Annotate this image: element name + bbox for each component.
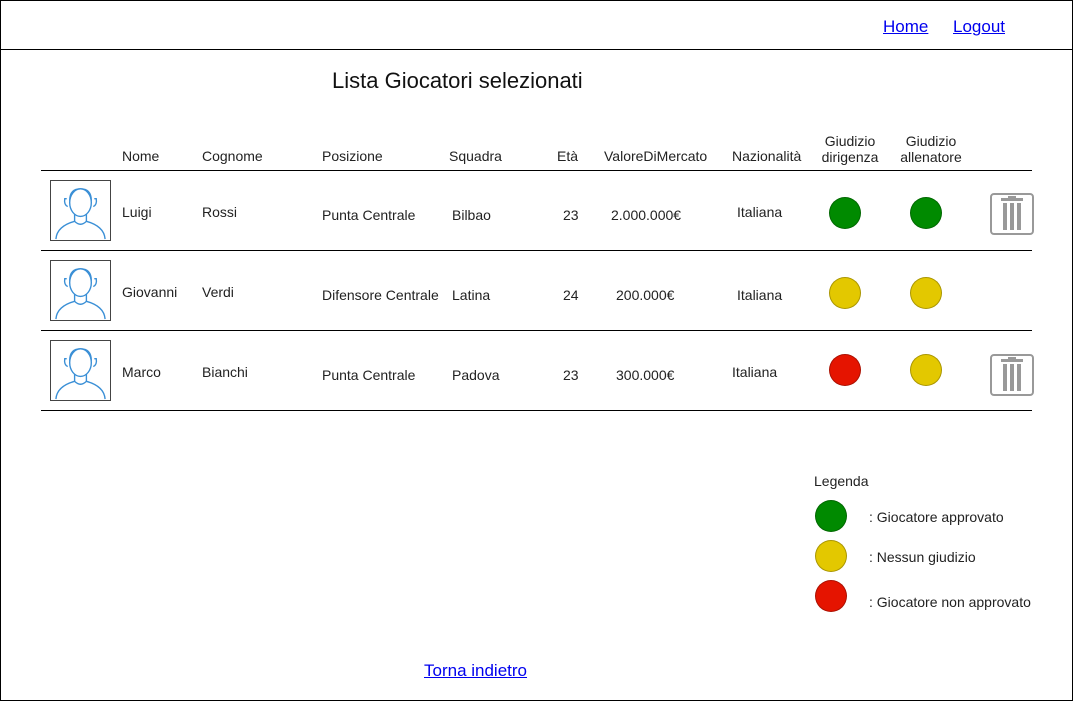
cell-nazionalita: Italiana xyxy=(737,287,783,303)
cell-valore: 300.000€ xyxy=(616,367,675,383)
top-navbar: Home Logout xyxy=(0,0,1073,50)
trash-icon xyxy=(1001,196,1023,230)
col-header-giudizio-allenatore-line1: Giudizio xyxy=(905,133,957,149)
col-header-giudizio-dirigenza: Giudizio dirigenza xyxy=(815,133,885,165)
col-header-nome: Nome xyxy=(122,148,160,164)
col-header-valore: ValoreDiMercato xyxy=(604,148,708,164)
cell-eta: 24 xyxy=(563,287,579,303)
delete-button[interactable] xyxy=(990,354,1034,396)
home-link[interactable]: Home xyxy=(883,17,928,37)
trash-icon xyxy=(1001,357,1023,391)
cell-cognome: Bianchi xyxy=(202,364,248,380)
cell-eta: 23 xyxy=(563,207,579,223)
cell-valore: 200.000€ xyxy=(616,287,675,303)
cell-eta: 23 xyxy=(563,367,579,383)
giudizio-dirigenza-indicator xyxy=(829,197,861,229)
cell-squadra: Latina xyxy=(452,287,491,303)
col-header-giudizio-allenatore-line2: allenatore xyxy=(900,149,962,165)
table-row-divider xyxy=(41,410,1032,411)
user-avatar-icon xyxy=(50,340,111,401)
giudizio-dirigenza-indicator xyxy=(829,354,861,386)
cell-cognome: Verdi xyxy=(202,284,234,300)
cell-squadra: Bilbao xyxy=(452,207,491,223)
giudizio-allenatore-indicator xyxy=(910,197,942,229)
cell-squadra: Padova xyxy=(452,367,500,383)
col-header-giudizio-dirigenza-line1: Giudizio xyxy=(824,133,876,149)
col-header-nazionalita: Nazionalità xyxy=(732,148,802,164)
legend-no-judgement-label: : Nessun giudizio xyxy=(869,549,976,565)
col-header-cognome: Cognome xyxy=(202,148,263,164)
giudizio-dirigenza-indicator xyxy=(829,277,861,309)
legend-no-judgement-indicator xyxy=(815,540,847,572)
table-row-divider xyxy=(41,330,1032,331)
col-header-eta: Età xyxy=(557,148,579,164)
cell-posizione: Punta Centrale xyxy=(322,207,416,223)
user-avatar-icon xyxy=(50,180,111,241)
giudizio-allenatore-indicator xyxy=(910,354,942,386)
table-header-divider xyxy=(41,170,1032,171)
page-title: Lista Giocatori selezionati xyxy=(332,68,583,93)
user-avatar-icon xyxy=(50,260,111,321)
logout-link[interactable]: Logout xyxy=(953,17,1005,37)
col-header-posizione: Posizione xyxy=(322,148,383,164)
col-header-squadra: Squadra xyxy=(449,148,502,164)
cell-nazionalita: Italiana xyxy=(732,364,778,380)
cell-cognome: Rossi xyxy=(202,204,238,220)
legend-title: Legenda xyxy=(814,473,869,489)
cell-posizione: Punta Centrale xyxy=(322,367,416,383)
cell-posizione: Difensore Centrale xyxy=(322,287,439,303)
cell-nazionalita: Italiana xyxy=(737,204,783,220)
cell-nome: Giovanni xyxy=(122,284,178,300)
legend-not-approved-label: : Giocatore non approvato xyxy=(869,594,1031,610)
legend-approved-label: : Giocatore approvato xyxy=(869,509,1004,525)
back-link[interactable]: Torna indietro xyxy=(424,661,527,681)
col-header-giudizio-allenatore: Giudizio allenatore xyxy=(896,133,966,165)
legend-approved-indicator xyxy=(815,500,847,532)
cell-valore: 2.000.000€ xyxy=(611,207,682,223)
delete-button[interactable] xyxy=(990,193,1034,235)
giudizio-allenatore-indicator xyxy=(910,277,942,309)
col-header-giudizio-dirigenza-line2: dirigenza xyxy=(821,149,879,165)
legend-not-approved-indicator xyxy=(815,580,847,612)
cell-nome: Luigi xyxy=(122,204,152,220)
table-row-divider xyxy=(41,250,1032,251)
cell-nome: Marco xyxy=(122,364,161,380)
